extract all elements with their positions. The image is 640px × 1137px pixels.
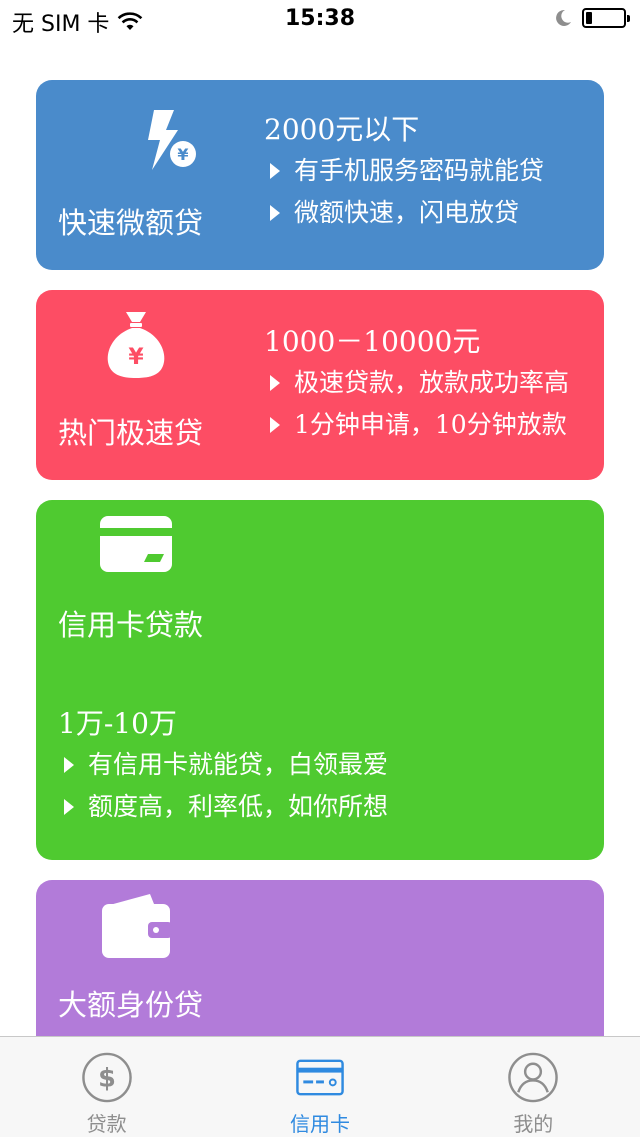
card-icon xyxy=(296,1059,344,1096)
triangle-bullet-icon xyxy=(270,417,280,433)
card-feature: 额度高，利率低，如你所想 xyxy=(58,786,388,828)
tab-loan[interactable]: $ 贷款 xyxy=(0,1037,213,1137)
dollar-circle-icon: $ xyxy=(81,1052,132,1103)
triangle-bullet-icon xyxy=(270,375,280,391)
user-circle-icon xyxy=(508,1052,559,1103)
card-info: 1000－10000元 极速贷款，放款成功率高 1分钟申请，10分钟放款 xyxy=(264,322,569,446)
card-name: 快速微额贷 xyxy=(58,206,204,240)
card-feature: 有手机服务密码就能贷 xyxy=(264,150,544,192)
loan-card-quick[interactable]: ¥ 快速微额贷 2000元以下 有手机服务密码就能贷 微额快速，闪电放贷 xyxy=(36,80,604,270)
triangle-bullet-icon xyxy=(270,205,280,221)
lightning-yen-icon: ¥ xyxy=(134,104,210,180)
card-name: 大额身份贷 xyxy=(58,988,204,1022)
tab-label: 贷款 xyxy=(86,1112,127,1136)
wallet-icon xyxy=(98,888,174,964)
tab-label: 信用卡 xyxy=(289,1112,350,1136)
moon-icon xyxy=(556,9,571,26)
card-feature: 极速贷款，放款成功率高 xyxy=(264,362,569,404)
tab-credit-card[interactable]: 信用卡 xyxy=(213,1037,426,1137)
triangle-bullet-icon xyxy=(270,163,280,179)
card-feature: 1分钟申请，10分钟放款 xyxy=(264,404,569,446)
tab-mine[interactable]: 我的 xyxy=(427,1037,640,1137)
money-bag-icon: ¥ xyxy=(98,306,174,382)
triangle-bullet-icon xyxy=(64,799,74,815)
card-name: 热门极速贷 xyxy=(58,416,204,450)
card-name: 信用卡贷款 xyxy=(58,608,204,642)
card-feature: 有信用卡就能贷，白领最爱 xyxy=(58,744,388,786)
tab-bar: $ 贷款 信用卡 我的 xyxy=(0,1036,640,1137)
svg-text:¥: ¥ xyxy=(177,145,188,164)
card-amount: 1万-10万 xyxy=(58,707,177,740)
loan-card-hot[interactable]: ¥ 热门极速贷 1000－10000元 极速贷款，放款成功率高 1分钟申请，10… xyxy=(36,290,604,480)
card-info: 2000元以下 有手机服务密码就能贷 微额快速，闪电放贷 xyxy=(264,110,544,234)
status-right xyxy=(554,8,630,28)
status-time: 15:38 xyxy=(284,6,356,31)
loan-card-credit[interactable]: 信用卡贷款 1万-10万 有信用卡就能贷，白领最爱 额度高，利率低，如你所想 xyxy=(36,500,604,860)
tab-label: 我的 xyxy=(513,1112,554,1136)
credit-card-icon xyxy=(98,506,174,582)
status-bar: 无 SIM 卡 15:38 xyxy=(0,0,640,40)
svg-text:¥: ¥ xyxy=(128,345,144,370)
triangle-bullet-icon xyxy=(64,757,74,773)
card-amount: 1000－10000元 xyxy=(264,325,481,358)
battery-icon xyxy=(582,8,630,28)
card-info: 1万-10万 有信用卡就能贷，白领最爱 额度高，利率低，如你所想 xyxy=(58,704,388,828)
card-feature: 微额快速，闪电放贷 xyxy=(264,192,544,234)
svg-text:$: $ xyxy=(98,1063,116,1093)
card-amount: 2000元以下 xyxy=(264,113,420,146)
